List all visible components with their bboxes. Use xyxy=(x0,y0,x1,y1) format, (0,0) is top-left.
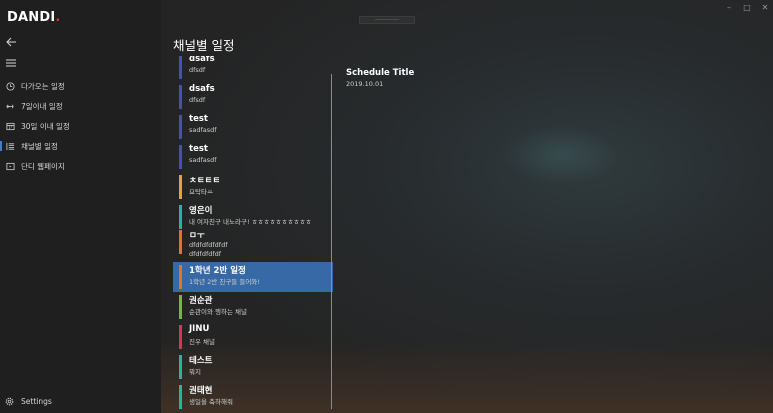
schedule-date: 2019.10.01 xyxy=(346,80,384,88)
channel-description: sadfasdf xyxy=(189,126,217,134)
channel-description: 요탁타ㅛ xyxy=(189,188,213,196)
channel-color-bar xyxy=(179,355,182,379)
sidebar-item-label: 채널별 일정 xyxy=(21,141,58,151)
web-icon xyxy=(5,161,15,171)
channel-description: 생일을 축하해줘 xyxy=(189,398,233,406)
sidebar-item-label: 30일 이내 일정 xyxy=(21,121,70,131)
channel-item[interactable]: ㅁㅜ dfdfdfdfdfdf dfdfdfdfdf xyxy=(173,227,333,258)
channel-description: sadfasdf xyxy=(189,156,217,164)
channel-name: test xyxy=(189,144,208,154)
sidebar-item-label: 단디 웹페이지 xyxy=(21,161,65,171)
window-drag-handle[interactable] xyxy=(359,16,415,24)
channel-name: 권순관 xyxy=(189,296,213,306)
app-title: DANDI. xyxy=(7,10,61,25)
channel-color-bar xyxy=(179,385,182,409)
sidebar-item-upcoming[interactable]: 다가오는 일정 xyxy=(0,76,161,96)
hamburger-icon xyxy=(6,59,16,67)
channel-color-bar xyxy=(179,325,182,349)
channel-item[interactable]: ㅊㅌㅌㅌ 요탁타ㅛ xyxy=(173,172,333,202)
channel-name: dsafs xyxy=(189,84,215,94)
range-icon xyxy=(5,101,15,111)
clock-icon xyxy=(5,81,15,91)
hamburger-menu-button[interactable] xyxy=(4,55,18,69)
channel-description: 내 여자친구 내노라구! ㅎㅎㅎㅎㅎㅎㅎㅎㅎㅎ xyxy=(189,218,312,226)
back-button[interactable] xyxy=(4,34,18,48)
channel-description: dfsdf xyxy=(189,96,206,104)
channel-color-bar xyxy=(179,115,182,139)
channel-color-bar xyxy=(179,295,182,319)
channel-list: dsafs dfsdf dsafs dfsdf test sadfasdf test sadf… xyxy=(173,56,333,413)
channel-name: ㅊㅌㅌㅌ xyxy=(189,176,221,186)
channel-item[interactable]: dsafs dfsdf xyxy=(173,56,333,82)
channel-color-bar xyxy=(179,175,182,199)
close-button[interactable]: ✕ xyxy=(757,0,773,14)
minimize-button[interactable]: – xyxy=(721,0,737,14)
list-icon xyxy=(5,141,15,151)
channel-description: 뭐지 xyxy=(189,368,201,376)
list-detail-divider[interactable] xyxy=(331,74,332,409)
channel-description: 1학년 2반 친구들 들어와! xyxy=(189,278,260,286)
maximize-button[interactable]: □ xyxy=(739,0,755,14)
channel-name: dsafs xyxy=(189,56,215,64)
sidebar-nav: 다가오는 일정 7일이내 일정 30일 이내 일정 채널별 일정 단디 웹페이지 xyxy=(0,76,161,176)
channel-item[interactable]: 1학년 2반 일정 1학년 2반 친구들 들어와! xyxy=(173,262,333,292)
main-panel: – □ ✕ 채널별 일정 dsafs dfsdf dsafs dfsdf test sad… xyxy=(161,0,773,413)
channel-description: 순관이와 행하는 채널 xyxy=(189,308,247,316)
settings-button[interactable]: Settings xyxy=(0,392,52,410)
channel-item[interactable]: 테스트뭐지 xyxy=(173,352,333,382)
gear-icon xyxy=(5,396,15,406)
channel-name: test xyxy=(189,114,208,124)
channel-name: ㅁㅜ xyxy=(189,231,205,241)
sidebar: DANDI. 다가오는 일정 7일이내 일정 30일 이내 일정 채널별 일정 … xyxy=(0,0,161,413)
channel-color-bar xyxy=(179,85,182,109)
back-arrow-icon xyxy=(6,37,16,47)
sidebar-item-webpage[interactable]: 단디 웹페이지 xyxy=(0,156,161,176)
sidebar-item-7days[interactable]: 7일이내 일정 xyxy=(0,96,161,116)
channel-name: 테스트 xyxy=(189,356,213,366)
sidebar-item-30days[interactable]: 30일 이내 일정 xyxy=(0,116,161,136)
window-controls: – □ ✕ xyxy=(719,0,773,14)
channel-color-bar xyxy=(179,230,182,254)
schedule-title: Schedule Title xyxy=(346,68,415,78)
channel-description: 진우 채널 xyxy=(189,338,215,346)
channel-item[interactable]: 권순관순관이와 행하는 채널 xyxy=(173,292,333,322)
channel-name: 권태현 xyxy=(189,386,213,396)
channel-item[interactable]: test sadfasdf xyxy=(173,112,333,142)
channel-color-bar xyxy=(179,56,182,79)
calendar-icon xyxy=(5,121,15,131)
background-glow xyxy=(501,125,621,185)
channel-item[interactable]: 권태현생일을 축하해줘 xyxy=(173,382,333,412)
app-title-dot: . xyxy=(55,10,61,25)
channel-item[interactable]: JINU 진우 채널 xyxy=(173,322,333,352)
channel-name: JINU xyxy=(189,324,210,334)
sidebar-item-label: 7일이내 일정 xyxy=(21,101,63,111)
sidebar-item-label: 다가오는 일정 xyxy=(21,81,65,91)
page-title: 채널별 일정 xyxy=(173,38,235,53)
channel-color-bar xyxy=(179,265,182,289)
channel-item[interactable]: test sadfasdf xyxy=(173,142,333,172)
channel-item[interactable]: dsafs dfsdf xyxy=(173,82,333,112)
channel-description: dfsdf xyxy=(189,66,206,74)
channel-name: 1학년 2반 일정 xyxy=(189,266,246,276)
sidebar-item-channels[interactable]: 채널별 일정 xyxy=(0,136,161,156)
channel-name: 영은이 xyxy=(189,206,213,216)
channel-color-bar xyxy=(179,205,182,229)
channel-color-bar xyxy=(179,145,182,169)
settings-label: Settings xyxy=(21,396,52,406)
